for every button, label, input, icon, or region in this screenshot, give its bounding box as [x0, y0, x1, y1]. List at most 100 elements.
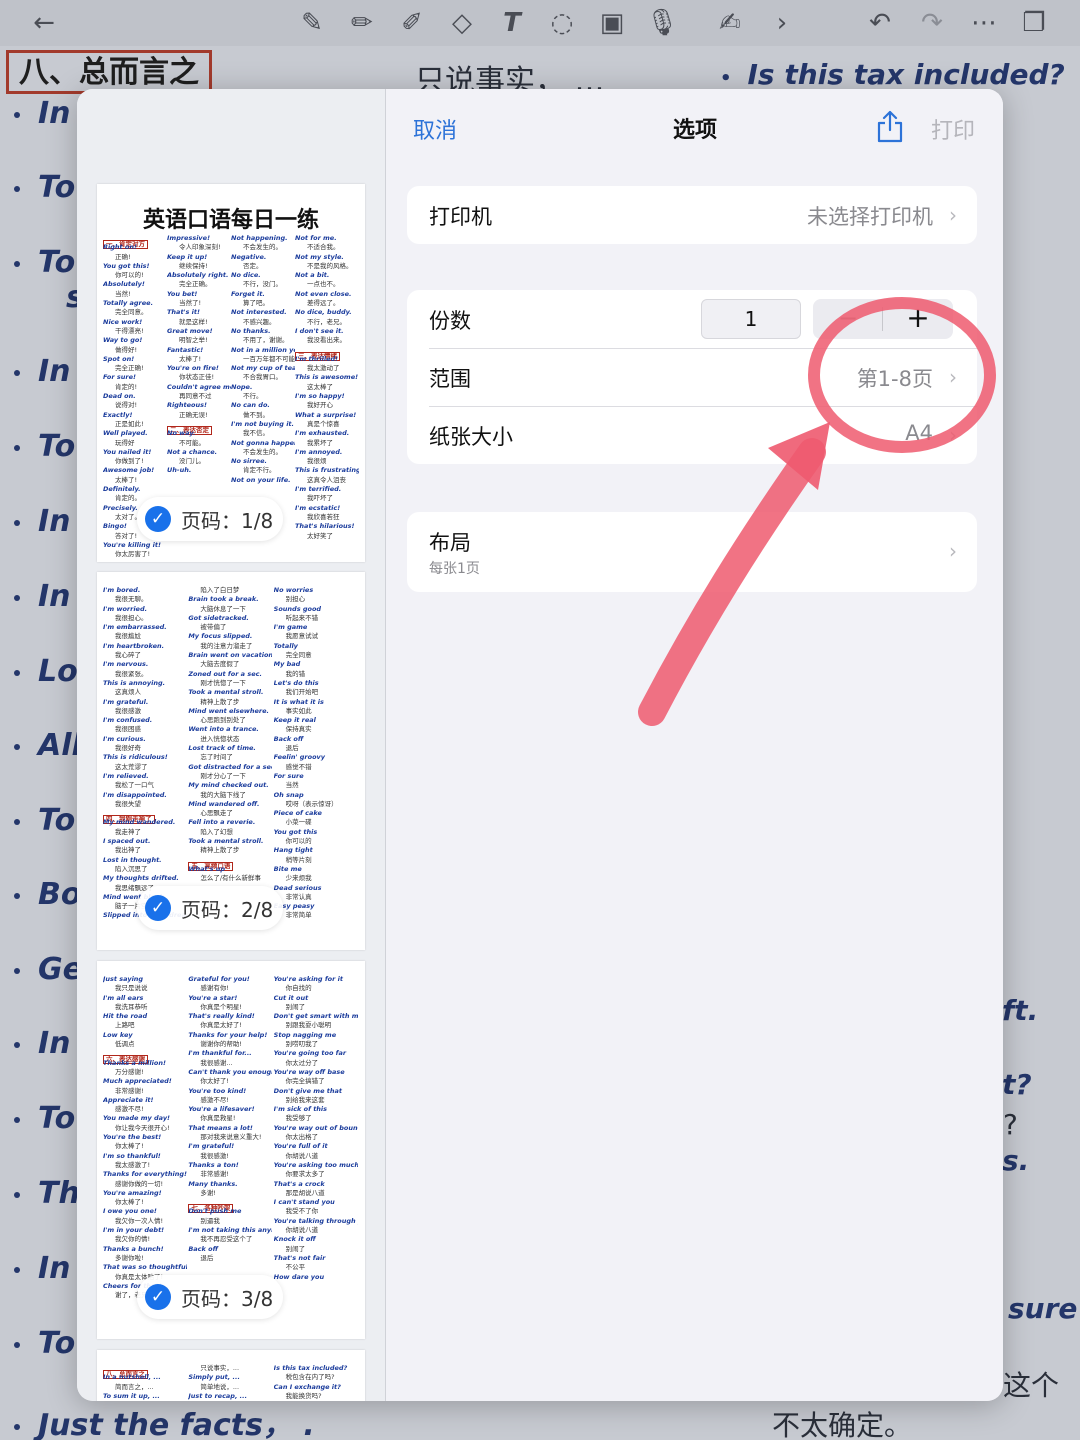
bullet-dot: [14, 1041, 20, 1048]
pen-icon[interactable]: ✎: [294, 5, 330, 41]
thumbnail-line: 这真令人沮丧: [295, 476, 359, 485]
share-icon[interactable]: [875, 109, 905, 143]
thumbnail-chinese-line: 我出神了: [115, 846, 141, 855]
background-bullet-text: All: [38, 728, 82, 763]
thumbnail-english-line: Couldn't agree more: [167, 382, 231, 391]
thumbnail-english-line: No worries: [273, 586, 314, 594]
thumbnail-english-line: I'm grateful!: [188, 1142, 235, 1151]
thumbnail-chinese-line: 不是我的风格。: [307, 261, 353, 270]
microphone-icon[interactable]: 🎙: [644, 5, 680, 41]
background-bullet: Th: [14, 1176, 80, 1211]
thumbnail-line: 我很无聊。: [103, 595, 187, 604]
thumbnail-line: 我欠你一次人情!: [103, 1217, 187, 1226]
thumbnail-line: 完全同意: [274, 651, 358, 660]
thumbnail-english-line: I'm confused.: [103, 716, 153, 725]
page-thumbnail-4[interactable]: 八、总而言之 In a nutshell, ... 简而言之，... To sum i…: [97, 1350, 365, 1401]
thumbnail-english-line: Easy peasy: [273, 902, 315, 911]
layout-row[interactable]: 布局 每张1页 ›: [407, 512, 977, 592]
thumbnail-line: Dead serious: [274, 884, 358, 893]
thumbnail-chinese-line: 大脑去度假了: [200, 660, 240, 669]
thumbnail-english-line: Spot on!: [103, 354, 135, 363]
thumbnail-line: No can do.: [231, 401, 295, 410]
thumbnail-chinese-line: 你太厉害了!: [115, 550, 151, 559]
thumbnail-column: I'm bored. 我很无聊。 I'm worried. 我很担心。 I'm emba…: [103, 586, 187, 921]
thumbnail-english-line: What a surprise!: [295, 410, 357, 419]
thumbnail-english-line: No sirree.: [231, 457, 267, 466]
thumbnail-line: 我太激动了: [295, 364, 359, 373]
increment-button[interactable]: +: [883, 299, 953, 339]
chevron-right-icon[interactable]: ›: [764, 5, 800, 41]
thumbnail-line: My mind wandered.: [103, 818, 187, 827]
thumbnail-english-line: I'm game: [273, 623, 308, 632]
thumbnail-english-line: Went into a trance.: [188, 725, 259, 734]
thumbnail-chinese-line: 那是胡说八道: [285, 1188, 325, 1197]
range-row[interactable]: 范围 第1-8页 ›: [407, 348, 977, 406]
image-icon[interactable]: ▣: [594, 5, 630, 41]
eraser-icon[interactable]: ◇: [444, 5, 480, 41]
thumbnail-line: 简单地说，...: [188, 1383, 272, 1392]
thumbnail-line: Got distracted for a sec.: [188, 763, 272, 772]
thumbnail-line: Absolutely!: [103, 280, 167, 289]
highlighter-icon[interactable]: ✐: [394, 5, 430, 41]
page-selected-badge-2[interactable]: ✓ 页码：2/8: [137, 886, 283, 930]
bullet-dot: [14, 967, 20, 974]
background-bullet-text: In: [38, 354, 71, 389]
thumbnail-english-line: Not a chance.: [167, 447, 218, 456]
copies-input[interactable]: 1: [701, 299, 801, 339]
undo-icon[interactable]: ↶: [862, 5, 898, 41]
thumbnail-column: No worries 别担心 Sounds good 听起来不错 I'm game 我愿意…: [274, 586, 358, 921]
print-button[interactable]: 打印: [931, 113, 975, 145]
thumbnail-line: 明智之举!: [167, 336, 231, 345]
lasso-icon[interactable]: ◌: [544, 5, 580, 41]
thumbnail-line: 陷入了幻想: [188, 828, 272, 837]
thumbnail-chinese-line: 我不再忍受这个了: [200, 1235, 253, 1244]
thumbnail-english-line: That's a crock: [273, 1179, 325, 1188]
bullet-dot: [14, 818, 20, 825]
thumbnail-chinese-line: 这真烦人: [115, 688, 141, 697]
thumbnail-chinese-line: 感觉不错: [285, 762, 312, 771]
thumbnail-line: 我不再忍受这个了: [188, 1235, 272, 1244]
hand-draw-icon[interactable]: ✍: [712, 5, 748, 41]
text-icon[interactable]: T: [494, 5, 530, 41]
paper-size-row[interactable]: 纸张大小 A4 ›: [407, 406, 977, 464]
thumbnail-line: 太棒了!: [103, 476, 167, 485]
thumbnail-english-line: Nope.: [231, 382, 253, 391]
thumbnail-line: 我出神了: [103, 846, 187, 855]
thumbnail-line: 否定。: [231, 262, 295, 271]
back-arrow-icon[interactable]: ←: [26, 5, 62, 41]
thumbnail-line: 不行，老兄。: [295, 318, 359, 327]
thumbnail-chinese-line: 别闹了: [285, 1244, 306, 1253]
thumbnail-english-line: Oh snap: [273, 790, 304, 799]
thumbnail-english-line: I'm thankful for...: [188, 1049, 252, 1058]
thumbnail-line: 不会发生的。: [231, 448, 295, 457]
thumbnail-english-line: I owe you one!: [103, 1207, 157, 1216]
decrement-button[interactable]: −: [813, 299, 883, 339]
thumbnail-english-line: I'm disappointed.: [103, 790, 167, 799]
page-selected-badge-3[interactable]: ✓ 页码：3/8: [137, 1275, 283, 1319]
thumbnail-line: 我好开心: [295, 401, 359, 410]
background-bullet: In: [14, 96, 71, 131]
thumbnail-line: No dice, buddy.: [295, 308, 359, 317]
thumbnail-english-line: Back off: [273, 734, 304, 743]
thumbnail-english-line: You made my day!: [103, 1114, 171, 1123]
thumbnail-chinese-line: 心思飘走了: [200, 809, 233, 818]
thumbnail-chinese-line: 我很感激!: [200, 1151, 229, 1160]
pencil-icon[interactable]: ✏: [344, 5, 380, 41]
page-thumbnail-list[interactable]: 英语口语每日一练 一、肯定对方 Right on! 正确! You got this!…: [77, 89, 386, 1401]
thumbnail-english-line: Can't thank you enough!: [188, 1067, 273, 1076]
more-icon[interactable]: ⋯: [966, 5, 1002, 41]
thumbnail-line: You're the best!: [103, 1133, 187, 1142]
thumbnail-chinese-line: 你真是个明星!: [200, 1002, 242, 1011]
thumbnail-column: 陷入了白日梦 Brain took a break. 大脑休息了一下 Got side…: [188, 586, 272, 884]
printer-row[interactable]: 打印机 未选择打印机 ›: [407, 186, 977, 244]
redo-icon[interactable]: ↷: [914, 5, 950, 41]
thumbnail-line: Don't get smart with me: [274, 1012, 358, 1021]
pages-icon[interactable]: ❐: [1016, 5, 1052, 41]
thumbnail-english-line: Hit the road: [103, 1012, 148, 1021]
thumbnail-english-line: You're way off base: [273, 1067, 345, 1076]
thumbnail-english-line: Took a mental stroll.: [188, 688, 264, 697]
thumbnail-line: 你胡说八道: [274, 1226, 358, 1235]
background-bullet-text: To: [38, 170, 76, 205]
page-selected-badge-1[interactable]: ✓ 页码：1/8: [137, 497, 283, 541]
thumbnail-line: 我的错: [274, 670, 358, 679]
